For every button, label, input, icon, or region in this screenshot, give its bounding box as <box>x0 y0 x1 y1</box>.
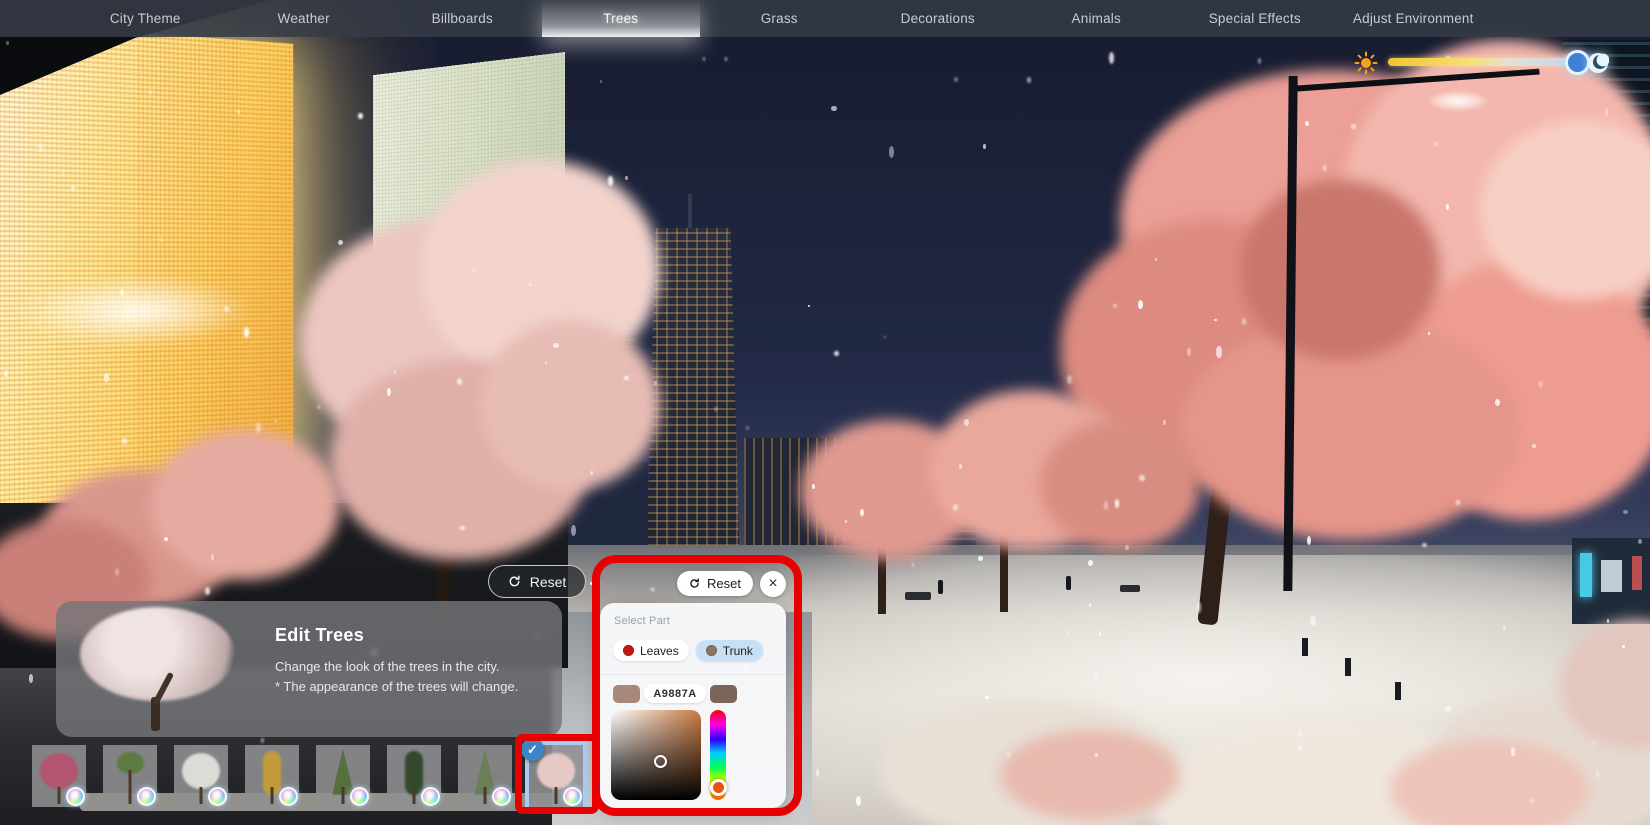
reset-label: Reset <box>530 574 567 590</box>
trunk-color-dot-icon <box>706 645 717 656</box>
tree-thumbnail-row: ✓ <box>32 745 583 807</box>
color-edit-badge-icon[interactable] <box>563 787 582 806</box>
panel-description-line2: * The appearance of the trees will chang… <box>275 679 518 694</box>
game-screen: City Theme Weather Billboards Trees Grass Dec… <box>0 0 1650 825</box>
edit-trees-panel: Edit Trees Change the look of the trees … <box>56 601 562 737</box>
tab-adjust-environment[interactable]: Adjust Environment <box>1334 0 1493 37</box>
leaves-color-dot-icon <box>623 645 634 656</box>
color-edit-badge-icon[interactable] <box>279 787 298 806</box>
picker-reset-label: Reset <box>707 576 741 591</box>
tab-special-effects[interactable]: Special Effects <box>1176 0 1335 37</box>
panel-description-line1: Change the look of the trees in the city… <box>275 659 500 674</box>
color-edit-badge-icon[interactable] <box>350 787 369 806</box>
saturation-value-square[interactable] <box>611 710 701 800</box>
hex-color-input[interactable] <box>644 684 706 703</box>
tab-animals[interactable]: Animals <box>1017 0 1176 37</box>
tab-weather[interactable]: Weather <box>225 0 384 37</box>
color-edit-badge-icon[interactable] <box>66 787 85 806</box>
reset-trees-button[interactable]: Reset <box>488 565 586 598</box>
tree-thumbnail-cypress-tree[interactable] <box>387 745 441 807</box>
nav-tabs: City Theme Weather Billboards Trees Grass Dec… <box>66 0 1650 37</box>
select-part-label: Select Part <box>614 615 670 627</box>
panel-title: Edit Trees <box>275 625 364 646</box>
left-color-swatch[interactable] <box>613 685 640 703</box>
tab-decorations[interactable]: Decorations <box>859 0 1018 37</box>
tree-thumbnail-green-palm-tree[interactable] <box>103 745 157 807</box>
tree-thumbnail-magenta-blossom-tree[interactable] <box>32 745 86 807</box>
right-color-swatch[interactable] <box>710 685 737 703</box>
select-part-options: Leaves Trunk <box>613 640 763 661</box>
tree-thumbnail-white-speckled-tree[interactable] <box>174 745 228 807</box>
color-edit-badge-icon[interactable] <box>492 787 511 806</box>
part-option-label: Leaves <box>640 644 679 658</box>
skyscraper <box>646 228 740 570</box>
tree-thumbnail-pine-tree[interactable] <box>316 745 370 807</box>
color-picker-panel: Select Part Leaves Trunk <box>600 603 786 808</box>
color-edit-badge-icon[interactable] <box>208 787 227 806</box>
saturation-cursor[interactable] <box>654 755 667 768</box>
hue-slider-knob[interactable] <box>710 779 727 796</box>
selected-check-icon: ✓ <box>521 738 544 761</box>
sun-icon <box>1354 51 1378 75</box>
tab-city-theme[interactable]: City Theme <box>66 0 225 37</box>
time-slider-track[interactable] <box>1388 58 1584 66</box>
picker-close-button[interactable]: × <box>760 571 786 597</box>
reset-arrow-icon <box>508 575 521 588</box>
tree-thumbnail-golden-tree[interactable] <box>245 745 299 807</box>
part-option-leaves[interactable]: Leaves <box>613 640 689 661</box>
moon-icon <box>1587 52 1609 74</box>
picker-reset-button[interactable]: Reset <box>677 571 753 596</box>
close-icon: × <box>768 575 777 593</box>
tree-thumbnail-cherry-blossom-tree[interactable]: ✓ <box>529 745 583 807</box>
tab-trees[interactable]: Trees <box>542 0 701 37</box>
reset-arrow-icon <box>689 578 700 589</box>
part-option-trunk[interactable]: Trunk <box>696 640 763 661</box>
color-edit-badge-icon[interactable] <box>137 787 156 806</box>
tab-billboards[interactable]: Billboards <box>383 0 542 37</box>
color-edit-badge-icon[interactable] <box>421 787 440 806</box>
part-option-label: Trunk <box>723 644 753 658</box>
tree-thumbnail-slim-pine-tree[interactable] <box>458 745 512 807</box>
tab-grass[interactable]: Grass <box>700 0 859 37</box>
top-nav-bar: City Theme Weather Billboards Trees Grass Dec… <box>0 0 1650 37</box>
